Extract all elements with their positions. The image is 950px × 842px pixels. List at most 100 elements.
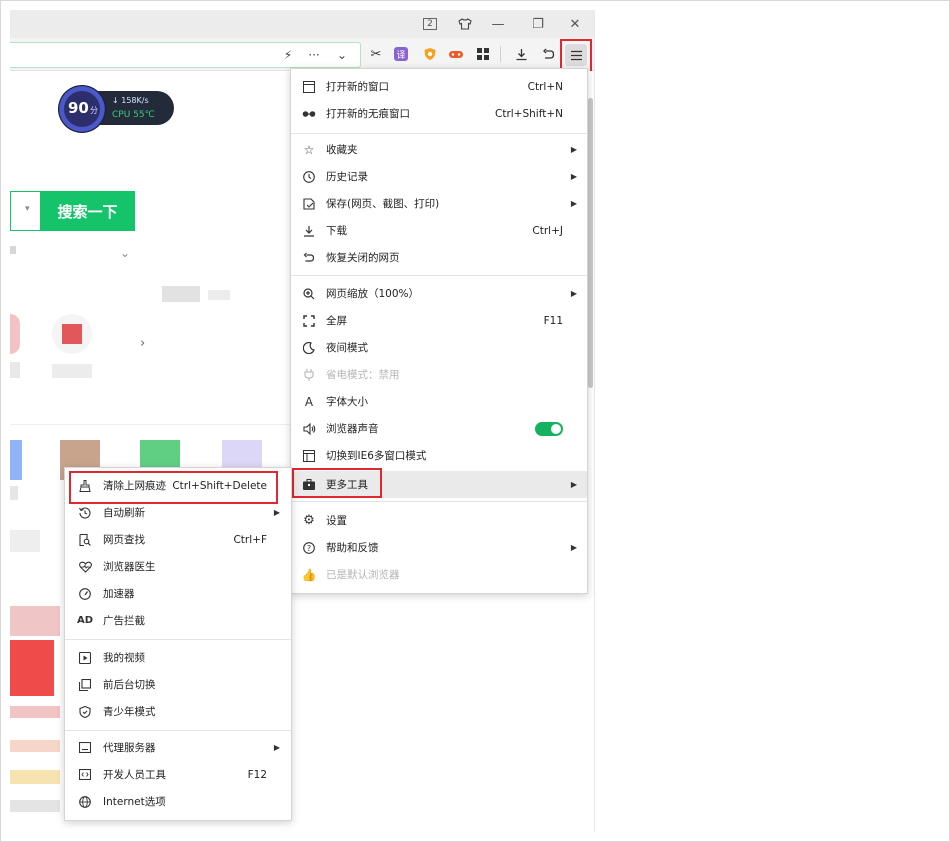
shield-extension-icon[interactable] xyxy=(421,45,439,63)
close-button[interactable]: ✕ xyxy=(565,14,585,34)
menu-item-font-size[interactable]: A 字体大小 xyxy=(291,388,587,415)
find-icon xyxy=(77,532,93,548)
toolbar-divider xyxy=(500,46,501,62)
help-icon: ? xyxy=(301,540,317,556)
chevron-down-icon[interactable]: ⌄ xyxy=(334,48,350,62)
tab-count: 2 xyxy=(423,18,437,30)
apps-grid-icon[interactable] xyxy=(474,45,492,63)
search-button[interactable]: 搜索一下 xyxy=(40,191,135,231)
menu-item-help[interactable]: ? 帮助和反馈 ▶ xyxy=(291,534,587,561)
submenu-item-foreground-switch[interactable]: 前后台切换 xyxy=(65,671,291,698)
menu-separator xyxy=(291,501,587,502)
menu-item-night-mode[interactable]: 夜间模式 xyxy=(291,334,587,361)
zoom-icon xyxy=(301,286,317,302)
menu-item-default-browser: 👍 已是默认浏览器 xyxy=(291,561,587,588)
submenu-item-shortcut: Ctrl+F xyxy=(233,533,267,546)
blurred-content xyxy=(10,486,18,500)
blurred-content xyxy=(10,770,60,784)
font-icon: A xyxy=(304,394,314,409)
scissors-icon[interactable]: ✂ xyxy=(367,45,385,63)
ie-window-icon xyxy=(301,448,317,464)
sound-toggle[interactable] xyxy=(535,422,563,436)
menu-item-save[interactable]: 保存(网页、截图、打印) ▶ xyxy=(291,190,587,217)
menu-item-browser-sound[interactable]: 浏览器声音 xyxy=(291,415,587,442)
menu-item-shortcut: Ctrl+J xyxy=(532,224,563,237)
chevron-down-icon[interactable]: ⌄ xyxy=(120,246,130,260)
menu-item-favorites[interactable]: ☆ 收藏夹 ▶ xyxy=(291,136,587,163)
submenu-item-developer-tools[interactable]: 开发人员工具 F12 xyxy=(65,761,291,788)
submenu-item-find-in-page[interactable]: 网页查找 Ctrl+F xyxy=(65,526,291,553)
speedometer-icon xyxy=(77,586,93,602)
submenu-item-browser-doctor[interactable]: 浏览器医生 xyxy=(65,553,291,580)
submenu-arrow-icon: ▶ xyxy=(273,508,280,517)
cpu-temperature: CPU 55℃ xyxy=(112,110,155,120)
more-options-icon[interactable]: ··· xyxy=(306,48,322,62)
restore-button[interactable]: ❐ xyxy=(528,14,548,34)
search-input[interactable]: ▾ xyxy=(10,191,40,231)
submenu-arrow-icon: ▶ xyxy=(570,199,577,208)
browser-toolbar: ⚡ ··· ⌄ ✂ 译 xyxy=(10,38,594,71)
download-icon[interactable] xyxy=(512,45,530,63)
blank-area xyxy=(594,10,945,832)
tshirt-icon[interactable] xyxy=(455,14,475,34)
menu-item-shortcut: F11 xyxy=(543,314,563,327)
menu-item-label: 历史记录 xyxy=(326,171,368,183)
undo-icon xyxy=(301,250,317,266)
menu-item-label: 下载 xyxy=(326,225,347,237)
submenu-item-shortcut: F12 xyxy=(247,768,267,781)
chevron-right-icon[interactable]: › xyxy=(140,336,145,351)
menu-separator xyxy=(291,275,587,276)
plug-icon xyxy=(301,367,317,383)
menu-item-label: 恢复关闭的网页 xyxy=(326,252,400,264)
download-icon xyxy=(301,223,317,239)
minimize-button[interactable]: — xyxy=(488,14,508,34)
menu-item-ie6-mode[interactable]: 切换到IE6多窗口模式 xyxy=(291,442,587,469)
menu-item-restore-closed[interactable]: 恢复关闭的网页 xyxy=(291,244,587,271)
menu-item-label: 帮助和反馈 xyxy=(326,542,379,554)
network-speed: ↓ 158K/s xyxy=(112,96,149,105)
address-bar[interactable]: ⚡ ··· ⌄ xyxy=(10,42,361,68)
menu-item-new-incognito-window[interactable]: 打开新的无痕窗口 Ctrl+Shift+N xyxy=(291,100,587,127)
submenu-arrow-icon: ▶ xyxy=(273,743,280,752)
gamepad-icon[interactable] xyxy=(447,45,465,63)
menu-item-history[interactable]: 历史记录 ▶ xyxy=(291,163,587,190)
menu-item-new-window[interactable]: 打开新的窗口 Ctrl+N xyxy=(291,73,587,100)
submenu-item-ad-block[interactable]: AD 广告拦截 xyxy=(65,607,291,634)
menu-item-label: 字体大小 xyxy=(326,396,368,408)
tab-count-button[interactable]: 2 xyxy=(420,14,440,34)
undo-icon[interactable] xyxy=(539,45,557,63)
submenu-item-label: 前后台切换 xyxy=(103,679,156,691)
submenu-arrow-icon: ▶ xyxy=(570,172,577,181)
submenu-item-teen-mode[interactable]: 青少年模式 xyxy=(65,698,291,725)
menu-item-shortcut: Ctrl+N xyxy=(527,80,563,93)
menu-item-fullscreen[interactable]: 全屏 F11 xyxy=(291,307,587,334)
submenu-item-my-videos[interactable]: 我的视频 xyxy=(65,644,291,671)
menu-item-label: 浏览器声音 xyxy=(326,423,379,435)
submenu-item-internet-options[interactable]: Internet选项 xyxy=(65,788,291,815)
menu-item-label: 保存(网页、截图、打印) xyxy=(326,198,440,210)
submenu-item-label: 加速器 xyxy=(103,588,135,600)
save-icon xyxy=(301,196,317,212)
menu-separator xyxy=(291,133,587,134)
submenu-item-proxy-server[interactable]: 代理服务器 ▶ xyxy=(65,734,291,761)
blurred-content xyxy=(52,364,92,378)
submenu-item-label: 自动刷新 xyxy=(103,507,145,519)
blurred-content xyxy=(10,740,60,752)
menu-item-settings[interactable]: ⚙ 设置 xyxy=(291,507,587,534)
blurred-content xyxy=(62,324,82,344)
search-engine-dropdown-icon[interactable]: ▾ xyxy=(25,204,30,214)
bolt-icon[interactable]: ⚡ xyxy=(280,48,296,62)
star-list-icon: ☆ xyxy=(303,142,315,157)
menu-item-downloads[interactable]: 下载 Ctrl+J xyxy=(291,217,587,244)
svg-text:?: ? xyxy=(307,544,311,553)
scrollbar-thumb[interactable] xyxy=(588,98,593,388)
submenu-item-accelerator[interactable]: 加速器 xyxy=(65,580,291,607)
submenu-arrow-icon: ▶ xyxy=(570,543,577,552)
new-window-icon xyxy=(301,79,317,95)
submenu-item-label: 网页查找 xyxy=(103,534,145,546)
performance-widget[interactable]: ↓ 158K/s CPU 55℃ 90 分 xyxy=(58,85,174,133)
menu-item-zoom[interactable]: 网页缩放（100%） ▶ xyxy=(291,280,587,307)
clear-history-highlight xyxy=(69,471,278,504)
translate-icon[interactable]: 译 xyxy=(394,47,408,61)
blurred-content xyxy=(10,362,20,378)
